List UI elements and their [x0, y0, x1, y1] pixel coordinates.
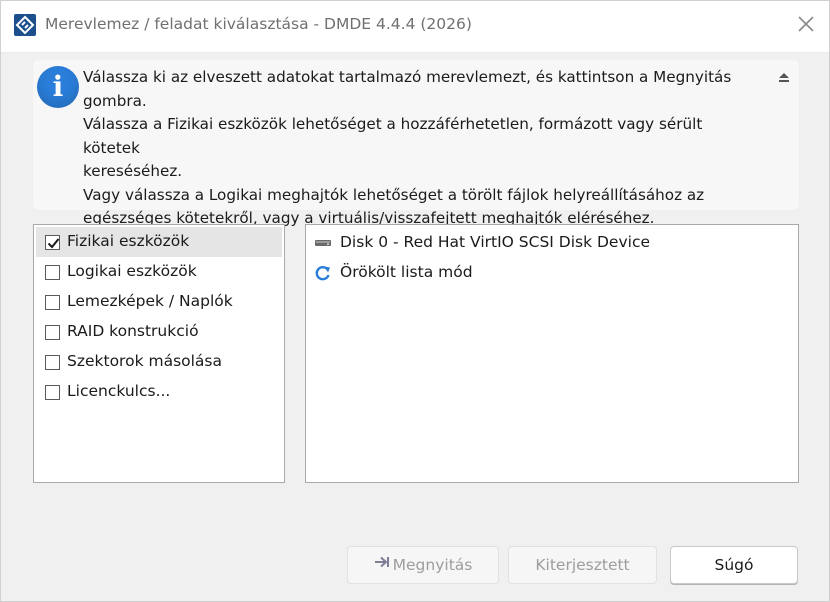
refresh-icon — [314, 265, 332, 281]
device-list: Disk 0 - Red Hat VirtIO SCSI Disk Device… — [305, 224, 799, 483]
info-line: Válassza a Fizikai eszközök lehetőséget … — [83, 115, 703, 157]
checkbox[interactable] — [45, 385, 60, 400]
device-item-disk-0[interactable]: Disk 0 - Red Hat VirtIO SCSI Disk Device — [310, 229, 794, 257]
option-logikai-eszkozok[interactable]: Logikai eszközök — [36, 257, 282, 287]
option-label: Logikai eszközök — [67, 262, 197, 280]
open-button-label: Megnyitás — [392, 556, 473, 574]
option-label: Szektorok másolása — [67, 352, 222, 370]
checkbox[interactable] — [45, 265, 60, 280]
info-line: kereséséhez. — [83, 162, 183, 180]
info-text: Válassza ki az elveszett adatokat tartal… — [83, 66, 763, 231]
info-icon: i — [37, 66, 79, 108]
option-label: Fizikai eszközök — [67, 232, 190, 250]
close-icon[interactable] — [795, 13, 817, 35]
help-button-label: Súgó — [714, 556, 754, 574]
option-label: Licenckulcs... — [67, 382, 171, 400]
device-item-legacy-list[interactable]: Örökölt lista mód — [310, 259, 794, 287]
option-licenckulcs[interactable]: Licenckulcs... — [36, 377, 282, 407]
option-label: RAID konstrukció — [67, 322, 199, 340]
info-panel: i Válassza ki az elveszett adatokat tart… — [33, 60, 799, 227]
arrow-right-icon — [374, 546, 390, 582]
info-line: Válassza ki az elveszett adatokat tartal… — [83, 68, 732, 86]
dmde-logo-icon — [14, 14, 36, 36]
collapse-up-icon[interactable] — [775, 68, 793, 86]
checkbox[interactable] — [45, 295, 60, 310]
extended-button[interactable]: Kiterjesztett — [508, 546, 657, 584]
checkbox[interactable] — [45, 355, 60, 370]
checkbox[interactable] — [45, 325, 60, 340]
info-line: gombra. — [83, 91, 147, 110]
task-list: Fizikai eszközök Logikai eszközök Lemezk… — [33, 224, 285, 483]
open-button[interactable]: Megnyitás — [347, 546, 499, 584]
device-label: Disk 0 - Red Hat VirtIO SCSI Disk Device — [340, 233, 651, 251]
checkbox-checked[interactable] — [45, 235, 60, 250]
device-label: Örökölt lista mód — [340, 263, 473, 281]
extended-button-label: Kiterjesztett — [535, 556, 630, 574]
window-title: Merevlemez / feladat kiválasztása - DMDE… — [45, 15, 472, 33]
info-line: Vagy válassza a Logikai meghajtók lehető… — [83, 185, 705, 204]
option-raid-konstrukcio[interactable]: RAID konstrukció — [36, 317, 282, 347]
disk-drive-icon — [314, 235, 332, 251]
option-lemezkepek-naplok[interactable]: Lemezképek / Naplók — [36, 287, 282, 317]
option-szektorok-masolasa[interactable]: Szektorok másolása — [36, 347, 282, 377]
title-bar[interactable]: Merevlemez / feladat kiválasztása - DMDE… — [1, 1, 829, 53]
dialog-window: Merevlemez / feladat kiválasztása - DMDE… — [0, 0, 830, 602]
option-label: Lemezképek / Naplók — [67, 292, 233, 310]
help-button[interactable]: Súgó — [670, 546, 798, 584]
option-fizikai-eszkozok[interactable]: Fizikai eszközök — [36, 227, 282, 257]
